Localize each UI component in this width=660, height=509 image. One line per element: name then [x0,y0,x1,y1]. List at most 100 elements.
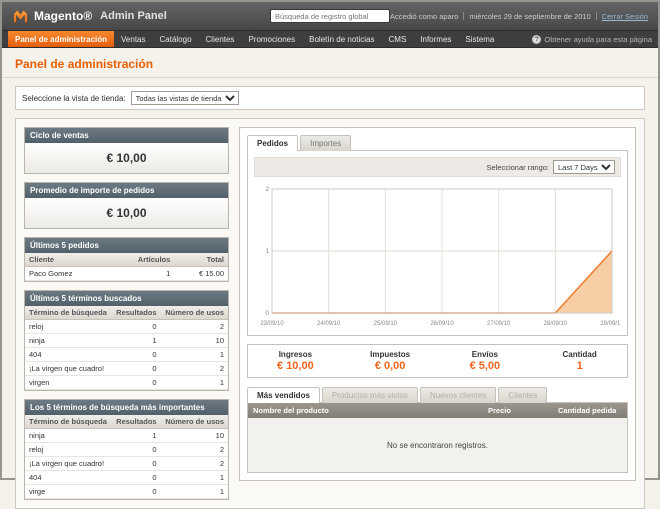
brand-area: Magento® Admin Panel [12,8,270,25]
total-item-impuestos: Impuestos€ 0,00 [343,350,438,372]
nav-item-ventas[interactable]: Ventas [114,31,152,47]
total-item-ingresos: Ingresos€ 10,00 [248,350,343,372]
grid-column-header: Cantidad pedida [553,403,627,418]
total-item-cantidad: Cantidad1 [532,350,627,372]
table-row: reloj02 [25,443,228,457]
table-cell: 1 [112,429,161,443]
table-row: reloj02 [25,320,228,334]
total-value: € 5,00 [438,360,533,372]
dashboard-content: Ciclo de ventas € 10,00 Promedio de impo… [15,118,645,509]
column-header: Número de usos [161,415,228,429]
table-cell: ¡La virgen que cuadro! [25,457,112,471]
dashboard-sidebar: Ciclo de ventas € 10,00 Promedio de impo… [24,127,229,500]
nav-item-clientes[interactable]: Clientes [199,31,242,47]
chart-panel: Seleccionar rango: Last 7 Days 01223/09/… [247,150,628,336]
magento-logo-icon [12,8,29,25]
tab-m-s-vendidos[interactable]: Más vendidos [247,387,320,403]
svg-text:1: 1 [265,248,269,255]
help-link[interactable]: ? Obtener ayuda para esta página [532,31,652,47]
tab-importes[interactable]: Importes [300,135,351,151]
products-grid: Nombre del productoPrecioCantidad pedida… [247,402,628,473]
last-search-terms-table: Término de búsquedaResultadosNúmero de u… [25,306,228,390]
global-search-input[interactable] [270,9,390,23]
svg-text:26/09/10: 26/09/10 [430,321,454,327]
logout-link[interactable]: Cerrar Sesión [602,12,648,21]
brand-subtitle: Admin Panel [100,10,167,22]
last-search-terms-card: Últimos 5 términos buscados Término de b… [24,290,229,391]
global-search [270,9,390,23]
table-cell: virgen [25,376,112,390]
page-title: Panel de administración [2,48,658,77]
column-header: Número de usos [161,306,228,320]
table-cell: 0 [112,457,161,471]
store-switcher-select[interactable]: Todas las vistas de tienda [131,91,239,105]
table-cell: ¡La virgen que cuadro! [25,362,112,376]
column-header: Término de búsqueda [25,415,112,429]
last-orders-card: Últimos 5 pedidos ClienteArtículosTotalP… [24,237,229,282]
last-orders-table: ClienteArtículosTotalPaco Gomez1€ 15.00 [25,253,228,281]
table-cell: 1 [112,334,161,348]
table-cell: 2 [161,457,228,471]
average-orders-value: € 10,00 [25,198,228,228]
card-title: Últimos 5 términos buscados [25,291,228,306]
table-cell: 1 [161,348,228,362]
table-row: 40401 [25,348,228,362]
range-label: Seleccionar rango: [486,163,549,172]
tab-productos-m-s-vistos[interactable]: Productos más vistos [322,387,418,403]
session-info: Accedió como aparo miércoles 29 de septi… [390,12,648,21]
table-cell: € 15.00 [174,267,228,281]
total-value: € 10,00 [248,360,343,372]
grid-header-row: Nombre del productoPrecioCantidad pedida [248,403,627,418]
nav-item-bolet-n-de-noticias[interactable]: Boletín de noticias [302,31,381,47]
current-date: miércoles 29 de septiembre de 2010 [469,12,590,21]
tab-clientes[interactable]: Clientes [498,387,547,403]
store-switcher: Seleccione la vista de tienda: Todas las… [15,86,645,110]
column-header: Total [174,253,228,267]
total-label: Envíos [438,350,533,359]
grid-column-header: Precio [483,403,553,418]
nav-item-promociones[interactable]: Promociones [241,31,302,47]
column-header: Resultados [112,306,161,320]
table-cell: ninja [25,429,112,443]
separator [463,12,464,20]
svg-text:0: 0 [265,310,269,317]
tab-nuevos-clientes[interactable]: Nuevos clientes [420,387,496,403]
total-value: 1 [532,360,627,372]
table-cell: 2 [161,362,228,376]
top-search-terms-table: Término de búsquedaResultadosNúmero de u… [25,415,228,499]
card-title: Los 5 términos de búsqueda más important… [25,400,228,415]
table-row: ninja110 [25,429,228,443]
nav-item-panel-de-administraci-n[interactable]: Panel de administración [8,31,114,47]
table-cell: reloj [25,443,112,457]
table-header-row: ClienteArtículosTotal [25,253,228,267]
total-value: € 0,00 [343,360,438,372]
totals-row: Ingresos€ 10,00Impuestos€ 0,00Envíos€ 5,… [247,344,628,378]
column-header: Resultados [112,415,161,429]
title-divider [2,77,658,78]
table-cell: 404 [25,471,112,485]
separator [596,12,597,20]
table-header-row: Término de búsquedaResultadosNúmero de u… [25,415,228,429]
grid-tabs: Más vendidosProductos más vistosNuevos c… [247,387,628,403]
nav-item-informes[interactable]: Informes [413,31,458,47]
card-title: Ciclo de ventas [25,128,228,143]
table-cell: 1 [161,376,228,390]
table-cell: 0 [112,443,161,457]
top-search-terms-card: Los 5 términos de búsqueda más important… [24,399,229,500]
table-cell: 0 [112,362,161,376]
chart-tabs: PedidosImportes [247,135,628,151]
nav-item-sistema[interactable]: Sistema [458,31,501,47]
table-cell: 1 [108,267,174,281]
tab-pedidos[interactable]: Pedidos [247,135,298,151]
average-orders-card: Promedio de importe de pedidos € 10,00 [24,182,229,229]
table-cell: 404 [25,348,112,362]
table-row: virge01 [25,485,228,499]
top-header: Magento® Admin Panel Accedió como aparo … [2,2,658,31]
total-label: Ingresos [248,350,343,359]
nav-item-cms[interactable]: CMS [382,31,414,47]
range-select[interactable]: Last 7 Days [553,160,615,174]
table-row: virgen01 [25,376,228,390]
grid-empty-message: No se encontraron registros. [248,418,627,472]
nav-item-cat-logo[interactable]: Catálogo [153,31,199,47]
help-label: Obtener ayuda para esta página [544,35,652,44]
